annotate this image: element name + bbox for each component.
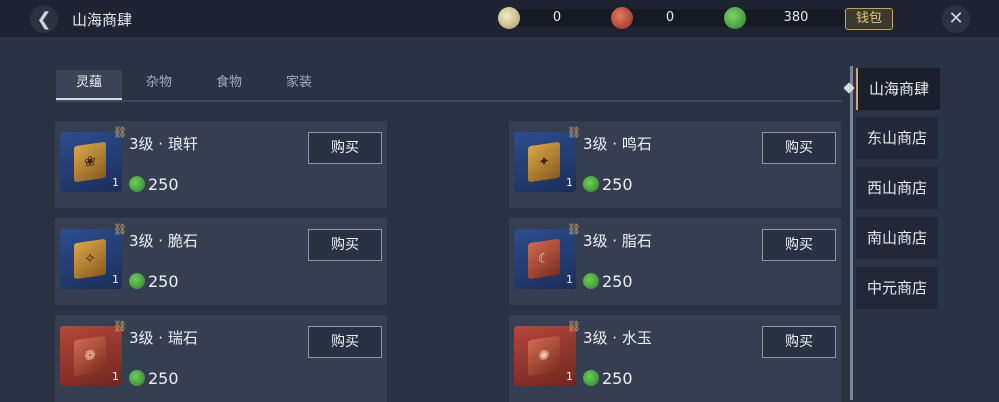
jade-pendant-icon [498, 7, 520, 29]
scroll-book-icon: ✦ [528, 141, 560, 183]
top-bar: ❮ 山海商肆 0 0 380 钱包 ✕ [0, 0, 999, 37]
shop-item-card: ✧ 1 ⛓ 3级 · 脆石 250 购买 [55, 218, 387, 305]
tab-jiazhuang[interactable]: 家装 [266, 70, 332, 98]
buy-button[interactable]: 购买 [762, 326, 836, 358]
link-icon: ⛓ [567, 320, 581, 333]
back-arrow-icon[interactable]: ❮ [30, 5, 58, 33]
scroll-book-icon: ✺ [528, 335, 560, 377]
wallet-button[interactable]: 钱包 [845, 8, 893, 30]
item-quantity: 1 [566, 176, 573, 189]
buy-button[interactable]: 购买 [762, 132, 836, 164]
link-icon: ⛓ [113, 126, 127, 139]
item-price: 250 [583, 175, 633, 194]
shop-item-card: ☾ 1 ⛓ 3级 · 脂石 250 购买 [509, 218, 841, 305]
buy-button[interactable]: 购买 [762, 229, 836, 261]
item-price: 250 [583, 369, 633, 388]
tab-zawu[interactable]: 杂物 [126, 70, 192, 98]
scroll-book-icon: ❀ [74, 141, 106, 183]
buy-button[interactable]: 购买 [308, 326, 382, 358]
buy-button[interactable]: 购买 [308, 229, 382, 261]
tab-shiwu[interactable]: 食物 [196, 70, 262, 98]
green-jade-icon [129, 176, 145, 192]
item-price: 250 [129, 175, 179, 194]
scroll-book-icon: ✧ [74, 238, 106, 280]
green-jade-icon [583, 370, 599, 386]
shop-item-card: ❁ 1 ⛓ 3级 · 瑞石 250 购买 [55, 315, 387, 402]
item-thumbnail: ☾ 1 [514, 229, 576, 289]
item-price: 250 [129, 369, 179, 388]
scroll-book-icon: ❁ [74, 335, 106, 377]
item-thumbnail: ✺ 1 [514, 326, 576, 386]
currency-value: 0 [665, 10, 675, 25]
item-quantity: 1 [112, 176, 119, 189]
item-thumbnail: ❁ 1 [60, 326, 122, 386]
link-icon: ⛓ [567, 223, 581, 236]
green-jade-icon [583, 176, 599, 192]
item-thumbnail: ✧ 1 [60, 229, 122, 289]
item-quantity: 1 [112, 370, 119, 383]
shop-nav-nanshan[interactable]: 南山商店 [856, 217, 938, 259]
green-jade-icon [129, 273, 145, 289]
link-icon: ⛓ [567, 126, 581, 139]
close-icon[interactable]: ✕ [942, 5, 970, 33]
item-name: 3级 · 脆石 [129, 232, 198, 250]
green-jade-icon [583, 273, 599, 289]
item-thumbnail: ❀ 1 [60, 132, 122, 192]
tab-lingyun[interactable]: 灵蕴 [56, 70, 122, 100]
scroll-book-icon: ☾ [528, 238, 560, 280]
shop-nav-rail [850, 66, 853, 400]
shop-nav-shanhai[interactable]: 山海商肆 [856, 68, 940, 110]
green-jade-icon [129, 370, 145, 386]
shop-item-card: ✺ 1 ⛓ 3级 · 水玉 250 购买 [509, 315, 841, 402]
item-quantity: 1 [566, 273, 573, 286]
item-price: 250 [583, 272, 633, 291]
shop-item-card: ✦ 1 ⛓ 3级 · 鸣石 250 购买 [509, 121, 841, 208]
item-thumbnail: ✦ 1 [514, 132, 576, 192]
link-icon: ⛓ [113, 223, 127, 236]
item-quantity: 1 [566, 370, 573, 383]
category-tabs: 灵蕴 杂物 食物 家装 [56, 70, 842, 102]
shop-nav-xishan[interactable]: 西山商店 [856, 167, 938, 209]
page-title: 山海商肆 [72, 11, 133, 29]
shop-item-card: ❀ 1 ⛓ 3级 · 琅轩 250 购买 [55, 121, 387, 208]
shop-nav-zhongyuan[interactable]: 中元商店 [856, 267, 938, 309]
currency-value: 380 [783, 10, 809, 25]
currency-value: 0 [552, 10, 562, 25]
buy-button[interactable]: 购买 [308, 132, 382, 164]
item-name: 3级 · 瑞石 [129, 329, 198, 347]
red-swirl-icon [611, 7, 633, 29]
item-name: 3级 · 水玉 [583, 329, 652, 347]
shop-nav-dongshan[interactable]: 东山商店 [856, 117, 938, 159]
item-name: 3级 · 鸣石 [583, 135, 652, 153]
item-name: 3级 · 琅轩 [129, 135, 198, 153]
item-quantity: 1 [112, 273, 119, 286]
item-price: 250 [129, 272, 179, 291]
link-icon: ⛓ [113, 320, 127, 333]
green-jade-icon [724, 7, 746, 29]
item-name: 3级 · 脂石 [583, 232, 652, 250]
